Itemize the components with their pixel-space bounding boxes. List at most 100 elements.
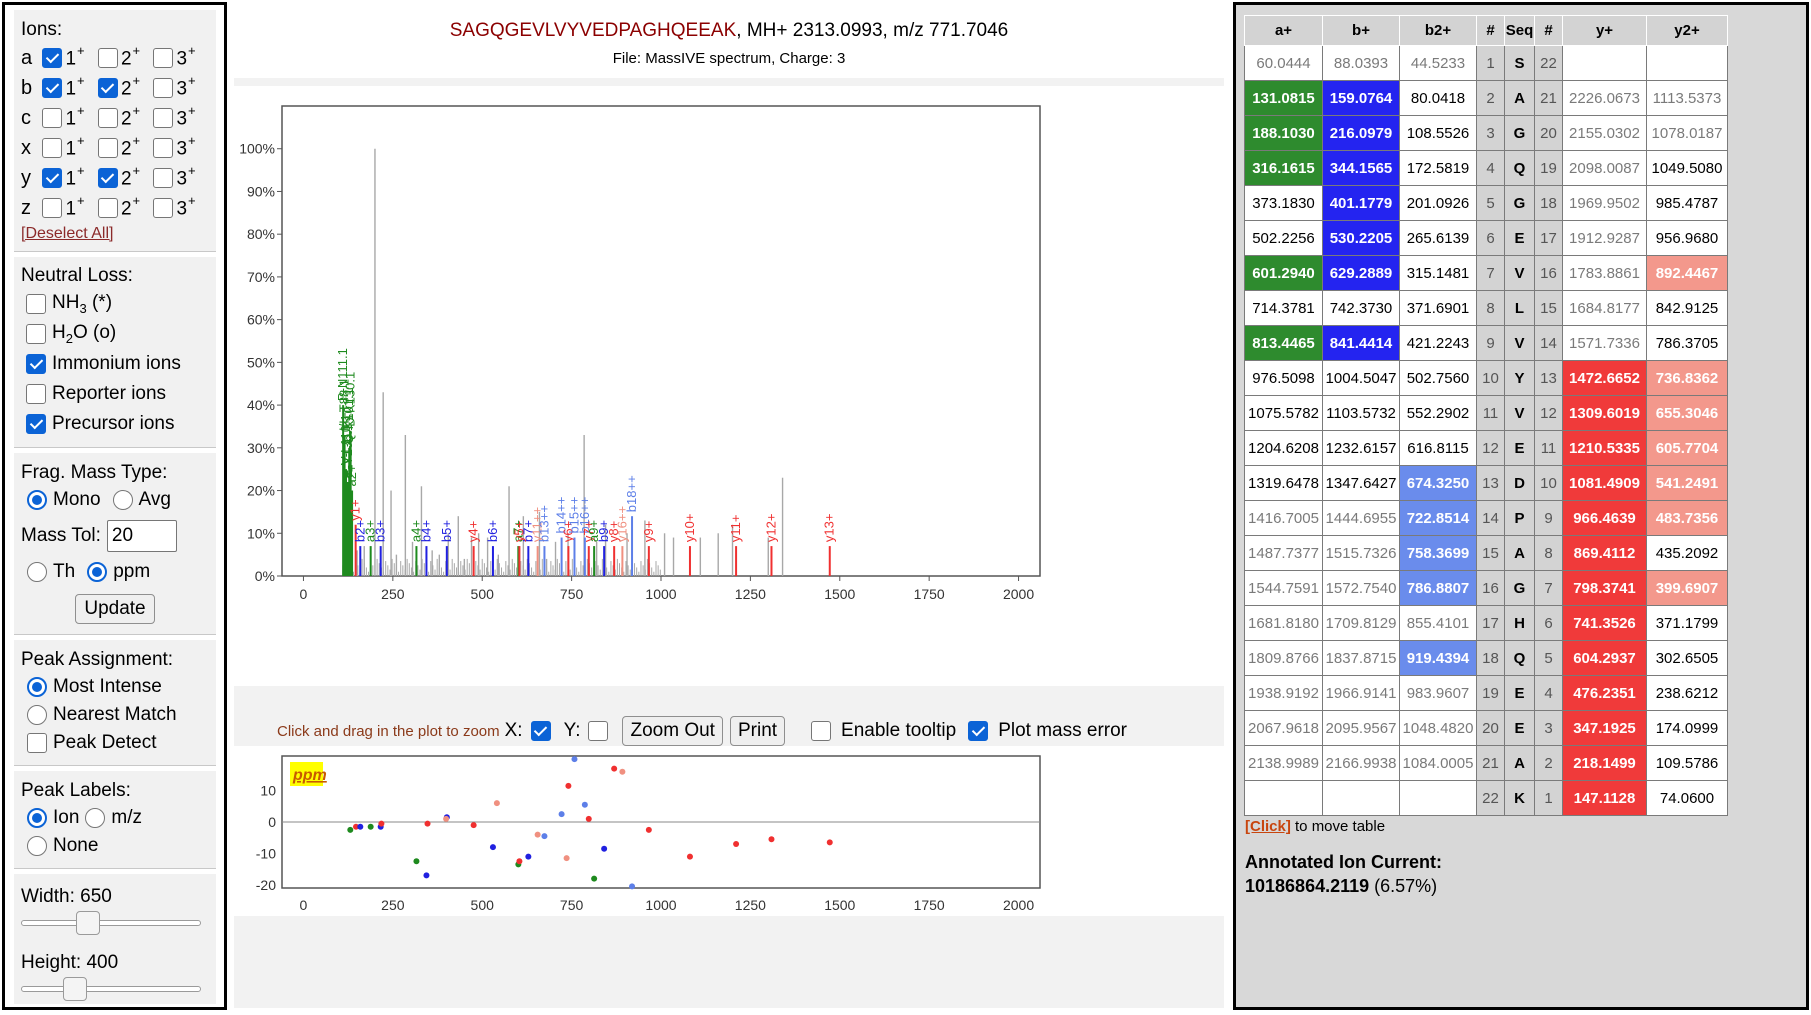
update-button[interactable]: Update [75,594,155,624]
ion-x-charge-1[interactable]: 1+ [42,133,98,160]
table-cell-n: 20 [1476,710,1505,746]
ion-x-charge-1-checkbox[interactable] [42,137,63,158]
ion-b-charge-3[interactable]: 3+ [153,73,209,100]
none-label-radio[interactable] [27,836,47,856]
table-cell-y: 798.3741 [1562,570,1647,606]
ion-a-charge-3-checkbox[interactable] [153,47,174,68]
ion-label-text: Ion [53,807,80,828]
mono-radio[interactable] [27,490,47,510]
mass-tol-input[interactable] [106,520,177,552]
zoom-out-button[interactable]: Zoom Out [622,716,723,746]
peak-detect-checkbox[interactable] [27,733,47,753]
immonium-checkbox[interactable] [26,354,46,374]
ion-label-radio[interactable] [27,808,47,828]
ion-y-charge-3[interactable]: 3+ [153,163,209,190]
h2o-checkbox[interactable] [26,324,46,344]
ion-z-charge-3-checkbox[interactable] [153,197,174,218]
mass-error-point [516,858,523,865]
th-radio[interactable] [27,562,47,582]
ion-x-charge-2[interactable]: 2+ [97,133,154,160]
ion-c-charge-3[interactable]: 3+ [153,103,209,130]
ion-a-charge-1[interactable]: 1+ [42,43,98,70]
precursor-checkbox[interactable] [26,414,46,434]
h2o-option[interactable]: H2O (o) [21,319,209,349]
reporter-checkbox[interactable] [26,384,46,404]
nh3-option[interactable]: NH3 (*) [21,289,209,319]
ion-c-charge-2[interactable]: 2+ [97,103,154,130]
ion-y-charge-1[interactable]: 1+ [42,163,98,190]
ion-y-charge-3-checkbox[interactable] [153,167,174,188]
mass-error-svg[interactable]: ppm 10 0 -10 -20 0 250 500 750 1000 1250 1500 1750 20… [234,746,1224,916]
table-cell-y2: 238.6212 [1646,675,1728,711]
ion-b-charge-3-checkbox[interactable] [153,77,174,98]
ion-c-charge-1[interactable]: 1+ [42,103,98,130]
ion-c-charge-3-checkbox[interactable] [153,107,174,128]
width-slider[interactable] [21,911,201,935]
spectrum-plot[interactable]: 0% 10% 20% 30% 40% 50% 60% 70% 80% 90% 100% 0 250 500… [234,86,1224,686]
ion-a-charge-2[interactable]: 2+ [97,43,154,70]
move-table-link[interactable]: [Click] [1245,818,1291,835]
ion-z-charge-2[interactable]: 2+ [97,193,154,220]
table-cell-b: 2166.9938 [1322,745,1400,781]
peak-detect-option[interactable]: Peak Detect [21,729,209,757]
table-cell-seq: K [1504,780,1535,816]
ion-b-charge-2-checkbox[interactable] [97,77,118,98]
table-row: 601.2940 629.2889 315.1481 7 V 16 1783.8861 892… [1244,255,1728,291]
ion-b-charge-1-checkbox[interactable] [42,77,63,98]
ion-c-charge-2-checkbox[interactable] [97,107,118,128]
height-slider[interactable] [21,977,201,1001]
ion-y-charge-2-checkbox[interactable] [97,167,118,188]
most-intense-radio[interactable] [27,677,47,697]
reporter-option[interactable]: Reporter ions [21,379,209,409]
ion-a-charge-2-checkbox[interactable] [97,47,118,68]
mass-error-point [686,853,693,860]
ion-x-charge-2-checkbox[interactable] [97,137,118,158]
nearest-match-radio[interactable] [27,705,47,725]
table-cell-b: 88.0393 [1322,45,1400,81]
print-button[interactable]: Print [729,716,786,746]
mass-error-plot[interactable]: ppm 10 0 -10 -20 0 250 500 750 1000 1250 1500 1750 20… [234,746,1224,916]
tooltip-checkbox[interactable] [811,721,832,741]
most-intense-option[interactable]: Most Intense [21,673,209,701]
x-zoom-checkbox[interactable] [530,721,551,741]
ion-z-charge-2-checkbox[interactable] [97,197,118,218]
ion-x-charge-3-checkbox[interactable] [153,137,174,158]
none-label-option[interactable]: None [21,832,209,860]
spectrum-svg[interactable]: 0% 10% 20% 30% 40% 50% 60% 70% 80% 90% 100% 0 250 500… [234,86,1224,686]
ion-z-charge-1[interactable]: 1+ [42,193,98,220]
nh3-checkbox[interactable] [26,294,46,314]
table-cell-b: 1837.8715 [1322,640,1400,676]
nearest-match-option[interactable]: Nearest Match [21,701,209,729]
ion-c-charge-1-checkbox[interactable] [42,107,63,128]
width-slider-thumb[interactable] [75,911,100,935]
neutral-loss-title: Neutral Loss: [21,265,133,286]
deselect-all-link[interactable]: [Deselect All] [21,225,113,243]
table-cell-y: 869.4112 [1562,535,1647,571]
table-cell-y: 1472.6652 [1562,360,1647,396]
mass-error-point [489,844,496,851]
ion-y-charge-2[interactable]: 2+ [97,163,154,190]
ion-b-charge-1[interactable]: 1+ [42,73,98,100]
table-cell-y2: 786.3705 [1646,325,1728,361]
peak-label: y9+ [641,521,656,542]
ion-a-charge-1-checkbox[interactable] [42,47,63,68]
y-zoom-checkbox[interactable] [588,721,609,741]
mz-label-radio[interactable] [85,808,106,828]
ion-x-charge-3[interactable]: 3+ [153,133,209,160]
immonium-option[interactable]: Immonium ions [21,349,209,379]
ppm-radio[interactable] [87,562,108,582]
mass-error-point [443,815,450,822]
ion-z-charge-1-checkbox[interactable] [42,197,63,218]
mass-error-checkbox[interactable] [968,721,989,741]
ion-z-charge-3[interactable]: 3+ [153,193,209,220]
avg-radio[interactable] [112,490,133,510]
ion-a-charge-3[interactable]: 3+ [153,43,209,70]
height-slider-thumb[interactable] [63,977,88,1001]
most-intense-label: Most Intense [53,676,162,697]
mass-error-point [347,826,354,833]
ion-b-charge-2[interactable]: 2+ [97,73,154,100]
precursor-option[interactable]: Precursor ions [21,409,209,439]
ion-y-charge-1-checkbox[interactable] [42,167,63,188]
mass-error-point [525,853,532,860]
table-cell-y [1562,45,1647,81]
